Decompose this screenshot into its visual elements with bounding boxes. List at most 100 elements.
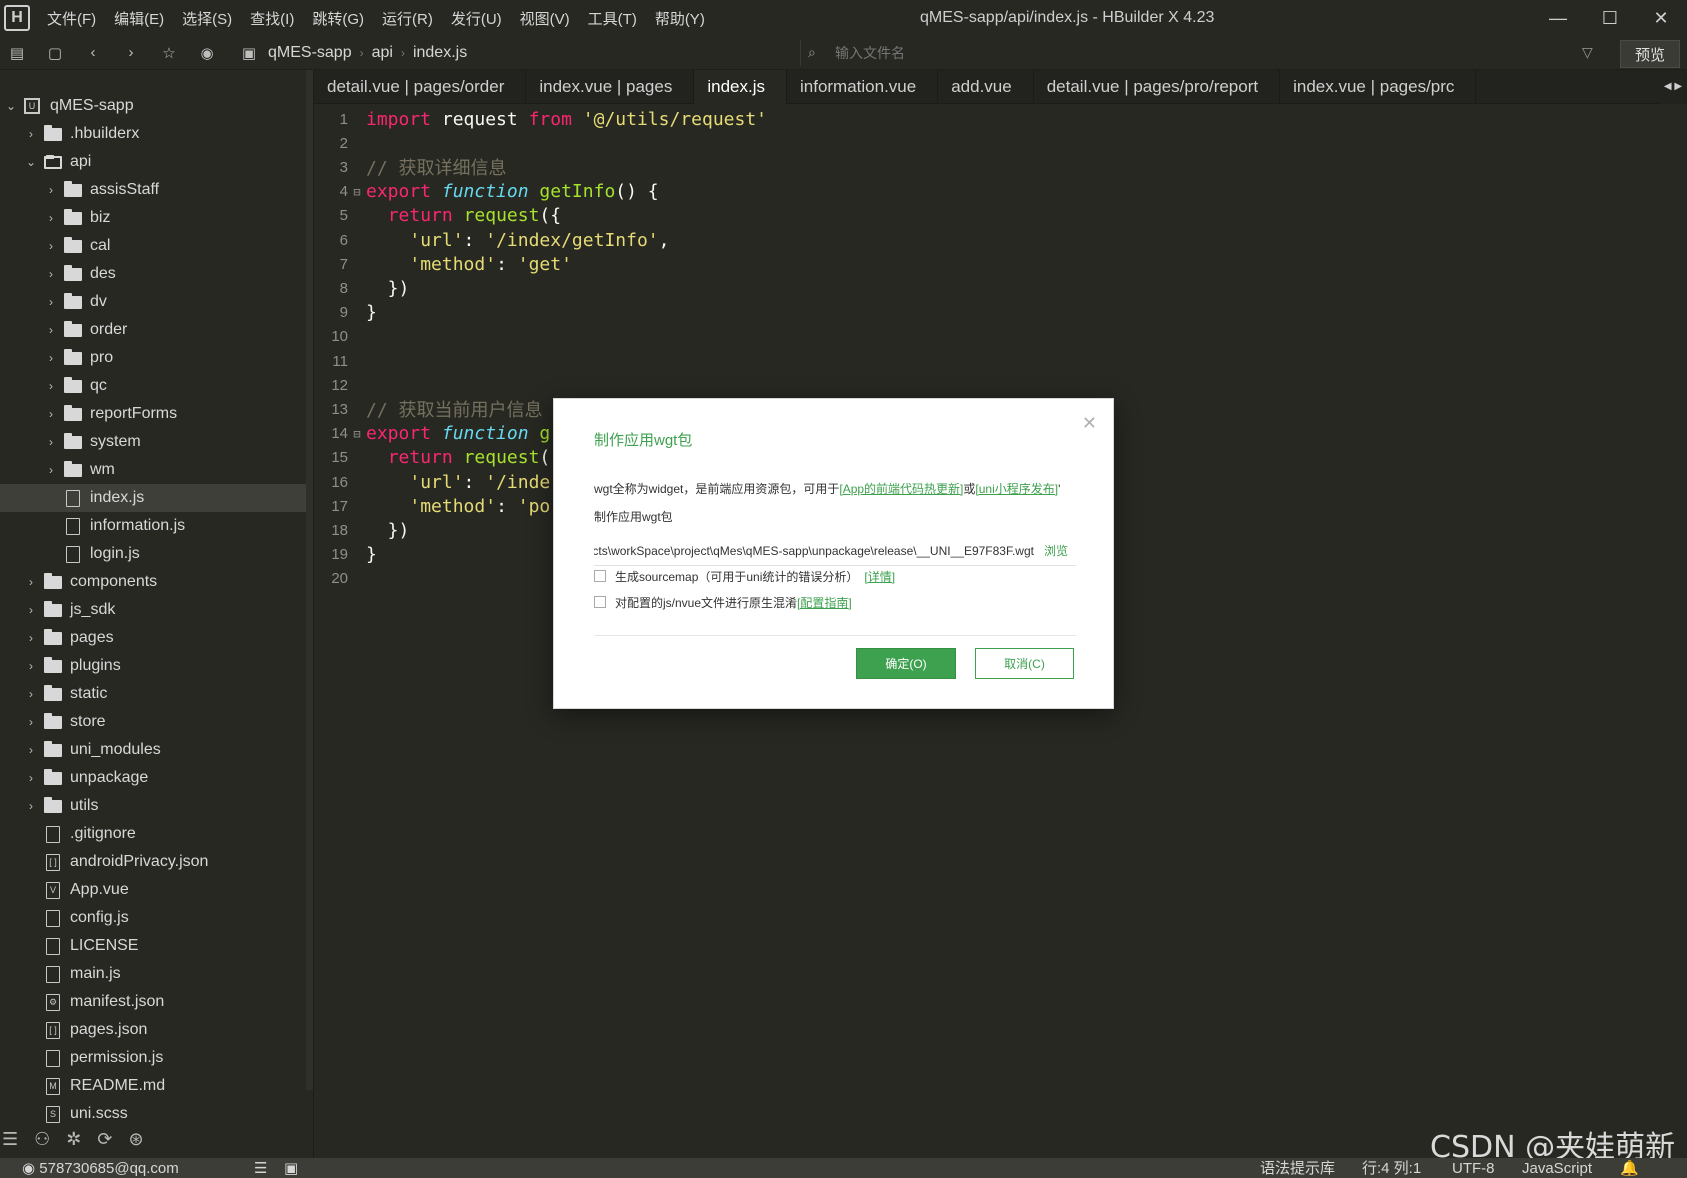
tree-item[interactable]: › order [0, 316, 306, 344]
sourcemap-checkbox-row[interactable]: 生成sourcemap（可用于uni统计的错误分析） [详情] [594, 565, 895, 587]
maximize-icon[interactable]: ☐ [1584, 0, 1636, 36]
user-account[interactable]: ◉ 578730685@qq.com [22, 1158, 179, 1178]
sourcemap-details-link[interactable]: [详情] [864, 568, 895, 585]
tree-item[interactable]: › pages [0, 624, 306, 652]
code-line[interactable]: 12 [314, 372, 366, 398]
obfuscate-checkbox-row[interactable]: 对配置的js/nvue文件进行原生混淆 [配置指南] [594, 591, 852, 613]
close-window-icon[interactable]: ✕ [1635, 0, 1687, 36]
binoculars-icon[interactable]: ⚇ [34, 1129, 50, 1150]
sidebar-scrollbar[interactable] [306, 70, 313, 1090]
code-line[interactable]: 18 }) [314, 517, 409, 543]
chevron-right-icon[interactable]: › [44, 239, 58, 253]
cancel-button[interactable]: 取消(C) [975, 648, 1074, 679]
code-line[interactable]: 20 [314, 566, 366, 592]
tree-item[interactable]: .gitignore [0, 820, 306, 848]
encoding-selector[interactable]: UTF-8 [1452, 1158, 1495, 1178]
save-icon[interactable]: ▢ [40, 38, 70, 68]
preview-button[interactable]: 预览 [1620, 40, 1680, 68]
tree-item[interactable]: › qc [0, 372, 306, 400]
chevron-right-icon[interactable]: › [24, 659, 38, 673]
editor-tab[interactable]: index.vue | pages/prc [1280, 69, 1477, 104]
chevron-right-icon[interactable]: › [24, 715, 38, 729]
minimize-icon[interactable]: — [1532, 0, 1584, 36]
chevron-right-icon[interactable]: › [24, 631, 38, 645]
breadcrumb-file[interactable]: index.js [413, 44, 467, 62]
obfuscate-checkbox[interactable] [594, 596, 606, 608]
chevron-down-icon[interactable]: ⌄ [24, 155, 38, 169]
code-line[interactable]: 6 'url': '/index/getInfo', [314, 227, 670, 253]
editor-tab[interactable]: add.vue [938, 69, 1034, 104]
tree-item[interactable]: › .hbuilderx [0, 120, 306, 148]
tree-item[interactable]: › biz [0, 204, 306, 232]
tree-item[interactable]: › cal [0, 232, 306, 260]
chevron-right-icon[interactable]: › [24, 743, 38, 757]
code-line[interactable]: 15 return request( [314, 445, 550, 471]
close-icon[interactable]: ✕ [1082, 413, 1097, 434]
terminal-icon[interactable]: ▣ [284, 1158, 298, 1178]
chevron-right-icon[interactable]: › [44, 435, 58, 449]
tree-item[interactable]: › unpackage [0, 764, 306, 792]
project-root[interactable]: ⌄ U qMES-sapp [0, 92, 306, 120]
tree-item[interactable]: › uni_modules [0, 736, 306, 764]
obfuscate-guide-link[interactable]: [配置指南] [797, 594, 852, 611]
chevron-right-icon[interactable]: › [24, 799, 38, 813]
tree-item[interactable]: index.js [0, 484, 306, 512]
tree-item[interactable]: login.js [0, 540, 306, 568]
output-path-field[interactable]: D:\HBuilderProjects\workSpace\project\qM… [594, 536, 1076, 566]
confirm-button[interactable]: 确定(O) [856, 648, 956, 679]
menu-item[interactable]: 选择(S) [173, 8, 241, 29]
code-line[interactable]: 19} [314, 542, 377, 568]
code-line[interactable]: 11 [314, 348, 366, 374]
file-search-input[interactable] [800, 40, 1580, 66]
menu-item[interactable]: 运行(R) [373, 8, 442, 29]
tree-item[interactable]: › des [0, 260, 306, 288]
code-line[interactable]: 9} [314, 300, 377, 326]
code-line[interactable]: 7 'method': 'get' [314, 251, 572, 277]
plugin-icon[interactable]: ⊛ [128, 1129, 143, 1150]
code-line[interactable]: 10 [314, 324, 366, 350]
chevron-right-icon[interactable]: › [44, 463, 58, 477]
tree-item[interactable]: › dv [0, 288, 306, 316]
code-line[interactable]: 3 // 获取详细信息 [314, 154, 507, 180]
mini-program-link[interactable]: [uni小程序发布] [975, 482, 1058, 496]
tree-item[interactable]: › pro [0, 344, 306, 372]
outline-icon[interactable]: ☰ [2, 1129, 18, 1150]
code-line[interactable]: 4 ⊟ export function getInfo() { [314, 179, 659, 205]
tree-item[interactable]: V App.vue [0, 876, 306, 904]
code-line[interactable]: 14 ⊟ export function g [314, 421, 550, 447]
chevron-right-icon[interactable]: › [24, 603, 38, 617]
code-line[interactable]: 1 import request from '@/utils/request' [314, 106, 767, 132]
fold-icon[interactable]: ⊟ [348, 427, 366, 441]
editor-tab[interactable]: detail.vue | pages/pro/report [1034, 69, 1281, 104]
list-icon[interactable]: ☰ [254, 1158, 267, 1178]
tree-item[interactable]: › system [0, 428, 306, 456]
menu-item[interactable]: 编辑(E) [105, 8, 173, 29]
syntax-hint-button[interactable]: 语法提示库 [1260, 1158, 1335, 1178]
code-line[interactable]: 13 // 获取当前用户信息 [314, 396, 542, 422]
output-path-value[interactable]: D:\HBuilderProjects\workSpace\project\qM… [594, 544, 1044, 558]
menu-item[interactable]: 视图(V) [511, 8, 579, 29]
back-icon[interactable]: ‹ [78, 38, 108, 68]
code-line[interactable]: 17 'method': 'po [314, 493, 550, 519]
tree-item[interactable]: permission.js [0, 1044, 306, 1072]
tree-item[interactable]: › wm [0, 456, 306, 484]
tree-item[interactable]: M README.md [0, 1072, 306, 1100]
filter-icon[interactable]: ▽ [1582, 44, 1593, 61]
chevron-right-icon[interactable]: › [24, 127, 38, 141]
hot-update-link[interactable]: [App的前端代码热更新] [839, 482, 963, 496]
forward-icon[interactable]: › [116, 38, 146, 68]
git-icon[interactable]: ⟳ [97, 1129, 112, 1150]
chevron-right-icon[interactable]: › [44, 407, 58, 421]
new-file-icon[interactable]: ▤ [2, 38, 32, 68]
breadcrumb-project[interactable]: qMES-sapp [268, 44, 352, 62]
tree-item[interactable]: › assisStaff [0, 176, 306, 204]
editor-tab[interactable]: index.vue | pages [526, 69, 695, 104]
tree-item[interactable]: ⌄ api [0, 148, 306, 176]
chevron-right-icon[interactable]: › [44, 295, 58, 309]
tab-scroll-arrows-icon[interactable]: ◀ ▶ [1659, 70, 1687, 104]
cursor-position[interactable]: 行:4 列:1 [1362, 1158, 1421, 1178]
editor-tab[interactable]: index.js [694, 69, 787, 104]
tree-item[interactable]: ⚙ manifest.json [0, 988, 306, 1016]
tree-item[interactable]: › components [0, 568, 306, 596]
menu-item[interactable]: 文件(F) [38, 8, 105, 29]
